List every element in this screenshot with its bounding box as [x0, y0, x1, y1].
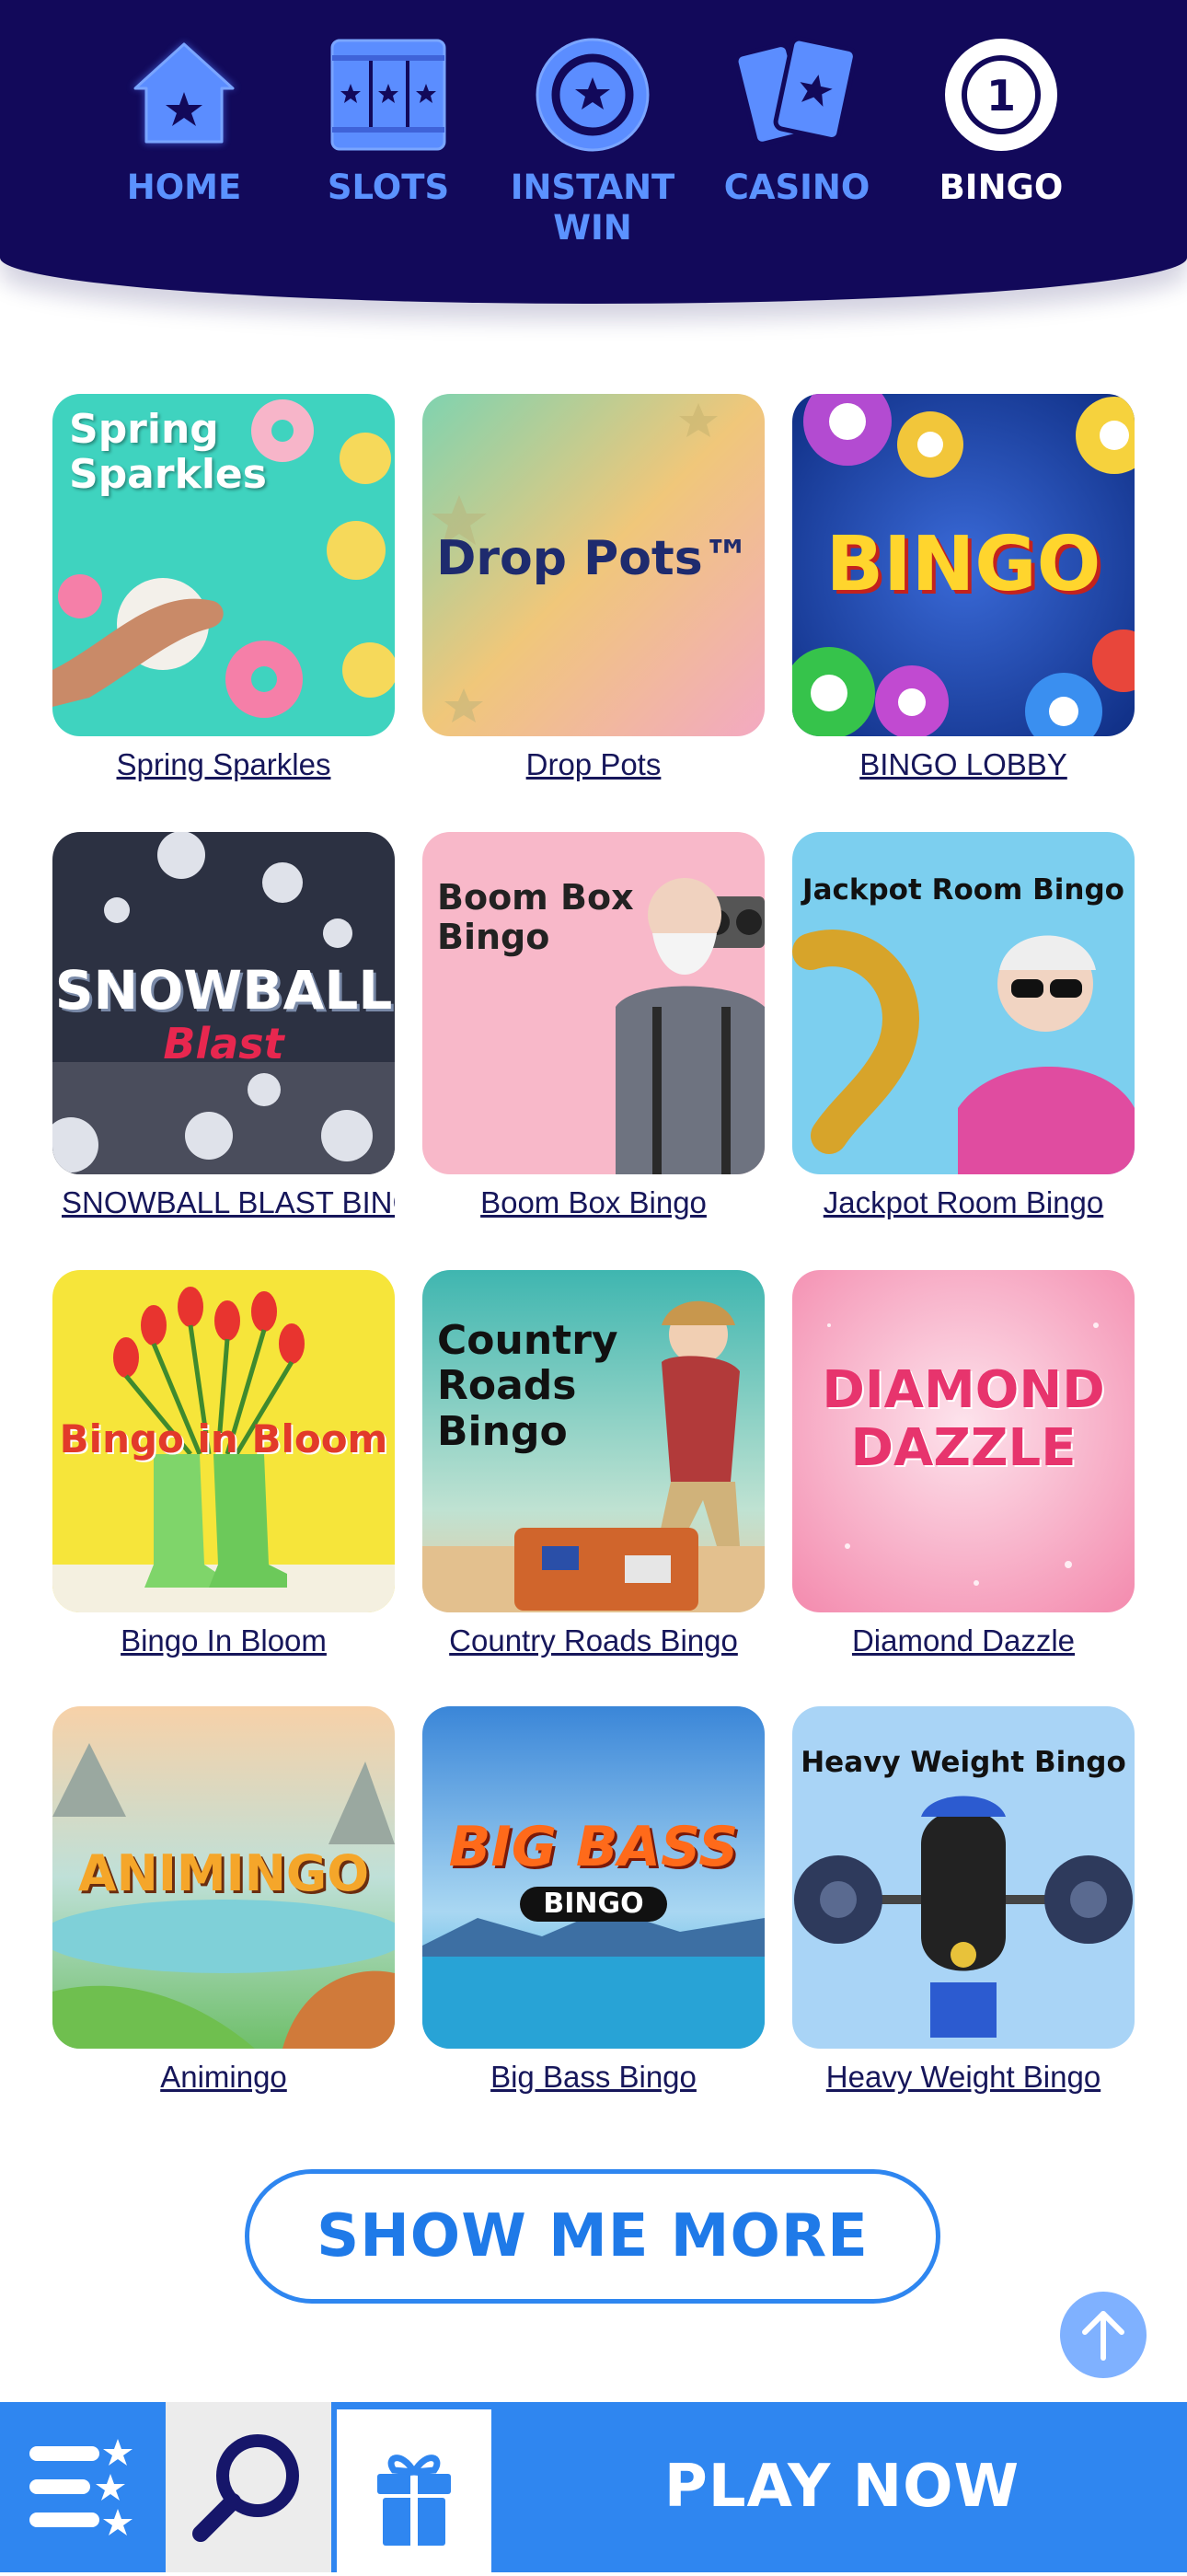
game-tile-big-bass-bingo: BIG BASS BINGO Big Bass Bingo [422, 1706, 765, 2095]
game-name-link[interactable]: Bingo In Bloom [52, 1623, 395, 1658]
game-thumbnail[interactable]: ANIMINGO [52, 1706, 395, 2049]
game-thumbnail[interactable]: Country Roads Bingo [422, 1270, 765, 1612]
category-nav: HOME SLOTS INSTANT WIN CASINO 1 BINGO [0, 0, 1187, 304]
game-name-link[interactable]: Country Roads Bingo [422, 1623, 765, 1658]
show-me-more-button[interactable]: SHOW ME MORE [245, 2169, 940, 2304]
menu-button[interactable] [0, 2402, 166, 2572]
nav-instant-win-label: INSTANT WIN [510, 167, 675, 248]
game-thumb-title: SNOWBALL [54, 959, 393, 1022]
arrow-up-icon [1082, 2311, 1124, 2361]
game-thumbnail[interactable]: Heavy Weight Bingo [792, 1706, 1135, 2049]
game-name-link[interactable]: Boom Box Bingo [422, 1185, 765, 1220]
bingo-ball-icon: 1 [945, 39, 1057, 151]
game-tile-snowball-blast: SNOWBALL Blast SNOWBALL BLAST BINGO [52, 832, 395, 1220]
game-tile-country-roads-bingo: Country Roads Bingo Country Roads Bingo [422, 1270, 765, 1658]
game-tile-diamond-dazzle: DIAMOND DAZZLE Diamond Dazzle [792, 1270, 1135, 1658]
game-thumbnail[interactable]: BIG BASS BINGO [422, 1706, 765, 2049]
game-name-link[interactable]: Heavy Weight Bingo [792, 2060, 1135, 2095]
game-tile-spring-sparkles: Spring Sparkles Spring Sparkles [52, 394, 395, 782]
nav-bingo[interactable]: 1 BINGO [909, 35, 1093, 208]
game-thumb-title: Heavy Weight Bingo [801, 1746, 1126, 1779]
nav-bingo-label: BINGO [939, 167, 1064, 207]
gift-button[interactable] [331, 2402, 497, 2572]
scroll-to-top-button[interactable] [1060, 2292, 1147, 2378]
game-tile-boom-box-bingo: Boom Box Bingo Boom Box Bingo [422, 832, 765, 1220]
slot-reels-icon [330, 39, 446, 151]
game-thumb-title: Drop Pots™ [436, 531, 751, 586]
game-name-link[interactable]: BINGO LOBBY [792, 747, 1135, 782]
gift-icon [377, 2455, 451, 2546]
game-name-link[interactable]: Diamond Dazzle [792, 1623, 1135, 1658]
game-tile-animingo: ANIMINGO Animingo [52, 1706, 395, 2095]
game-name-link[interactable]: Animingo [52, 2060, 395, 2095]
game-thumbnail[interactable]: BINGO [792, 394, 1135, 736]
star-coin-icon [536, 38, 650, 152]
game-thumbnail[interactable]: Jackpot Room Bingo [792, 832, 1135, 1174]
search-icon [192, 2434, 299, 2542]
game-tile-drop-pots: Drop Pots™ Drop Pots [422, 394, 765, 782]
game-thumb-title: BIG BASS [448, 1815, 739, 1879]
search-button[interactable] [166, 2402, 331, 2572]
nav-home-label: HOME [126, 167, 242, 207]
nav-slots[interactable]: SLOTS [296, 35, 480, 208]
game-thumb-title: Bingo in Bloom [59, 1416, 388, 1461]
game-tile-bingo-lobby: BINGO BINGO LOBBY [792, 394, 1135, 782]
game-thumb-subtitle: Blast [163, 1019, 284, 1069]
nav-home[interactable]: HOME [92, 35, 276, 208]
gift-button-panel [337, 2409, 491, 2572]
game-thumbnail[interactable]: Spring Sparkles [52, 394, 395, 736]
nav-casino-label: CASINO [723, 167, 870, 207]
game-thumbnail[interactable]: Drop Pots™ [422, 394, 765, 736]
game-thumbnail[interactable]: DIAMOND DAZZLE [792, 1270, 1135, 1612]
bingo-ball-number: 1 [986, 71, 1016, 121]
menu-stars-icon [29, 2439, 133, 2536]
game-thumb-title: DIAMOND DAZZLE [822, 1360, 1105, 1478]
home-star-icon [132, 42, 236, 144]
nav-instant-win[interactable]: INSTANT WIN [501, 35, 685, 248]
bottom-bar: PLAY NOW [0, 2402, 1187, 2572]
game-thumbnail[interactable]: SNOWBALL Blast [52, 832, 395, 1174]
game-name-link[interactable]: Big Bass Bingo [422, 2060, 765, 2095]
playing-cards-icon [737, 36, 857, 146]
game-thumb-title: ANIMINGO [77, 1844, 370, 1902]
play-now-button[interactable]: PLAY NOW [497, 2402, 1187, 2572]
nav-slots-label: SLOTS [327, 167, 450, 207]
game-thumbnail[interactable]: Bingo in Bloom [52, 1270, 395, 1612]
game-tile-jackpot-room-bingo: Jackpot Room Bingo Jackpot Room Bingo [792, 832, 1135, 1220]
game-thumb-title: Boom Box Bingo [437, 877, 634, 957]
game-tile-heavy-weight-bingo: Heavy Weight Bingo Heavy Weight Bingo [792, 1706, 1135, 2095]
game-thumb-title: Country Roads Bingo [437, 1317, 618, 1455]
nav-casino[interactable]: CASINO [705, 35, 889, 208]
game-name-link[interactable]: Jackpot Room Bingo [792, 1185, 1135, 1220]
game-name-link[interactable]: SNOWBALL BLAST BINGO [52, 1185, 395, 1220]
game-thumb-subtitle: BINGO [520, 1887, 667, 1922]
game-tile-bingo-in-bloom: Bingo in Bloom Bingo In Bloom [52, 1270, 395, 1658]
game-thumb-title: BINGO [825, 521, 1101, 608]
game-name-link[interactable]: Drop Pots [422, 747, 765, 782]
game-thumbnail[interactable]: Boom Box Bingo [422, 832, 765, 1174]
game-name-link[interactable]: Spring Sparkles [52, 747, 395, 782]
game-thumb-title: Spring Sparkles [69, 406, 267, 499]
game-thumb-title: Jackpot Room Bingo [802, 873, 1124, 907]
